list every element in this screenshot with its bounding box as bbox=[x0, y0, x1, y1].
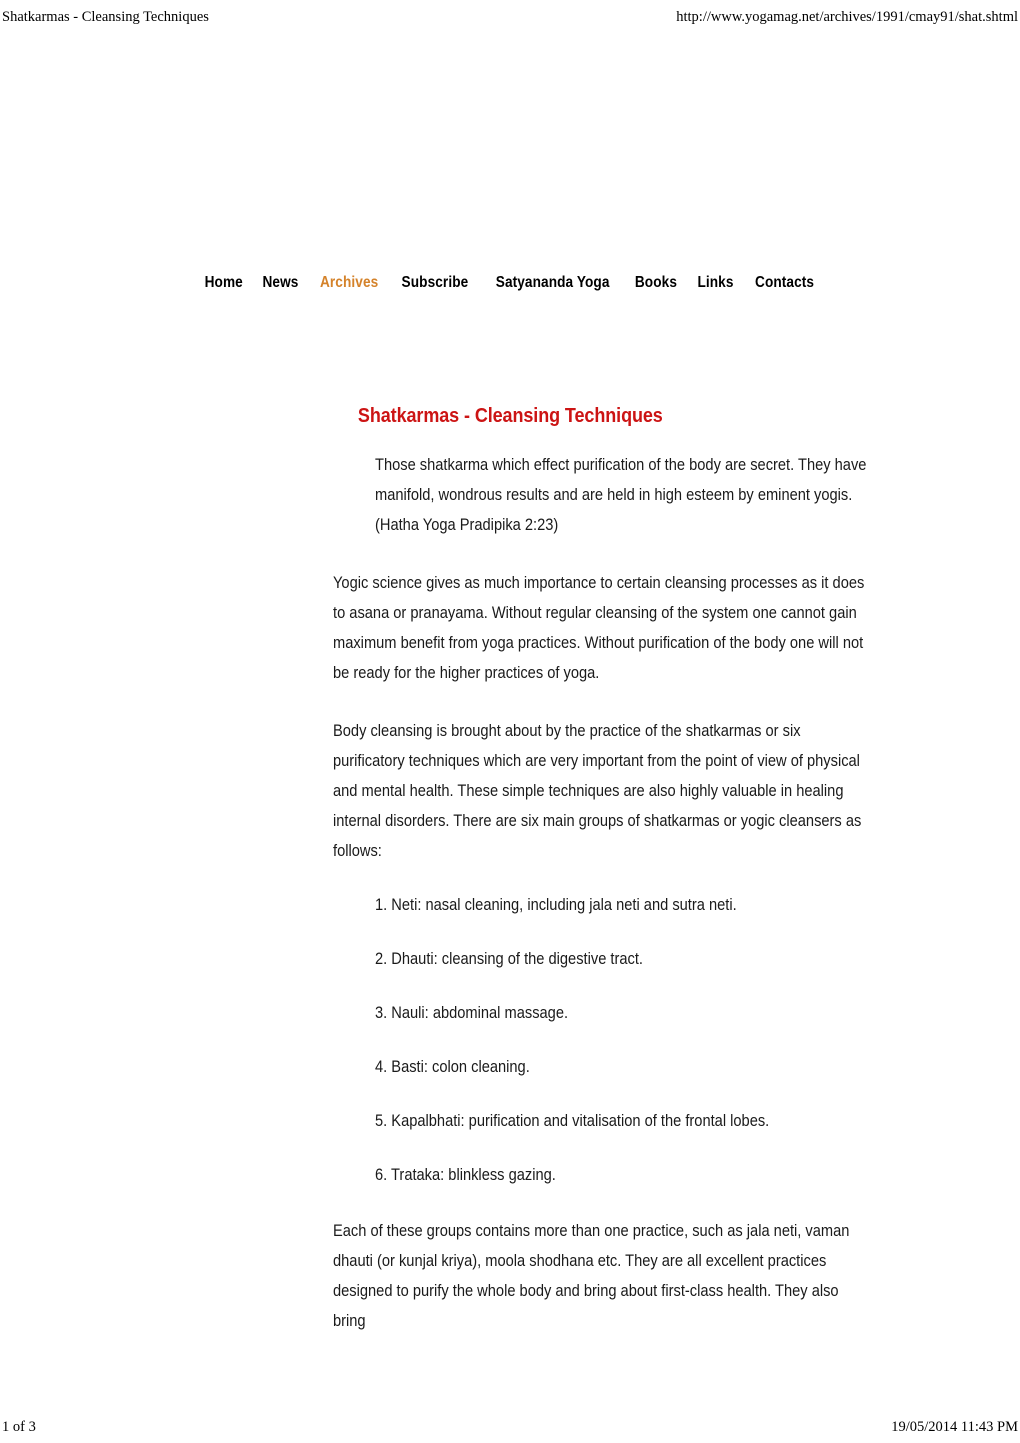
print-footer-page-indicator: 1 of 3 bbox=[2, 1419, 36, 1435]
site-navigation: Home News Archives Subscribe Satyananda Yoga… bbox=[0, 274, 1020, 292]
nav-link-archives[interactable]: Archives bbox=[320, 274, 378, 292]
nav-link-contacts[interactable]: Contacts bbox=[755, 274, 814, 292]
nav-link-satyananda-yoga[interactable]: Satyananda Yoga bbox=[496, 274, 610, 292]
nav-link-subscribe[interactable]: Subscribe bbox=[402, 274, 469, 292]
nav-link-links[interactable]: Links bbox=[698, 274, 734, 292]
article-title: Shatkarmas - Cleansing Techniques bbox=[0, 405, 1020, 428]
nav-link-news[interactable]: News bbox=[263, 274, 299, 292]
paragraph-3: Each of these groups contains more than … bbox=[333, 1222, 850, 1330]
paragraph-1: Yogic science gives as much importance t… bbox=[333, 574, 865, 682]
list-item: 2. Dhauti: cleansing of the digestive tr… bbox=[375, 950, 643, 968]
list-item: 1. Neti: nasal cleaning, including jala … bbox=[375, 896, 737, 914]
article-body: Those shatkarma which effect purificatio… bbox=[333, 450, 867, 1336]
list-item: 3. Nauli: abdominal massage. bbox=[375, 1004, 569, 1022]
nav-link-home[interactable]: Home bbox=[204, 274, 242, 292]
page-content: Home News Archives Subscribe Satyananda Yoga… bbox=[0, 0, 1020, 1443]
shatkarma-practice-list: 1. Neti: nasal cleaning, including jala … bbox=[333, 890, 867, 1190]
scripture-quote-text: Those shatkarma which effect purificatio… bbox=[375, 456, 867, 504]
paragraph-2: Body cleansing is brought about by the p… bbox=[333, 722, 862, 860]
list-item: 4. Basti: colon cleaning. bbox=[375, 1058, 530, 1076]
nav-link-books[interactable]: Books bbox=[635, 274, 677, 292]
scripture-quote: Those shatkarma which effect purificatio… bbox=[375, 450, 867, 540]
print-footer: 1 of 3 19/05/2014 11:43 PM bbox=[0, 1416, 1020, 1436]
article-title-text: Shatkarmas - Cleansing Techniques bbox=[357, 405, 663, 428]
print-footer-timestamp: 19/05/2014 11:43 PM bbox=[891, 1419, 1018, 1435]
scripture-quote-attribution: (Hatha Yoga Pradipika 2:23) bbox=[375, 516, 559, 534]
list-item: 6. Trataka: blinkless gazing. bbox=[375, 1166, 556, 1184]
list-item: 5. Kapalbhati: purification and vitalisa… bbox=[375, 1112, 770, 1130]
